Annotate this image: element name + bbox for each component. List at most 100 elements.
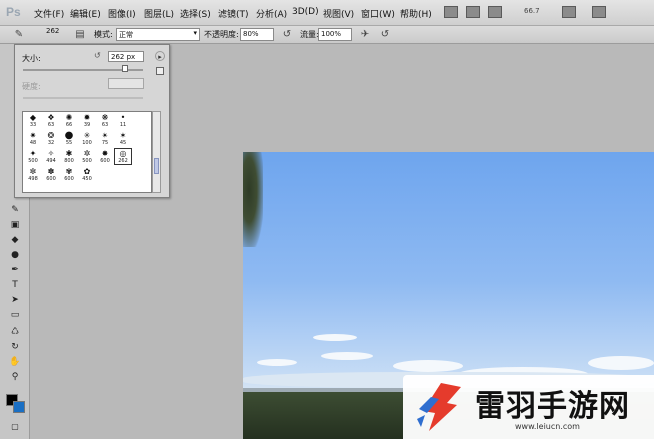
- screen-mode-icon[interactable]: [592, 6, 606, 18]
- mode-select[interactable]: 正常 ▾: [116, 28, 200, 41]
- brush-preset[interactable]: ✶ 45: [115, 131, 131, 147]
- brush-preset[interactable]: ✷ 48: [25, 131, 41, 147]
- brush-preset[interactable]: ✱ 800: [61, 149, 77, 165]
- watermark-title: 雷羽手游网: [475, 389, 630, 424]
- brush-panel-toggle-icon[interactable]: ▤: [73, 28, 87, 42]
- bridge-icon[interactable]: [444, 6, 458, 18]
- brush-size-label: 66: [65, 122, 73, 128]
- brush-preset[interactable]: ❖ 63: [43, 113, 59, 129]
- menu-bar: Ps 文件(F) 编辑(E) 图像(I) 图层(L) 选择(S) 滤镜(T) 分…: [0, 0, 654, 26]
- airbrush-icon[interactable]: ✈: [358, 28, 372, 42]
- brush-preset[interactable]: ✿ 450: [79, 167, 95, 183]
- brush-tip-icon: ●: [64, 130, 74, 141]
- pressure-size-icon[interactable]: ↺: [378, 28, 392, 42]
- menu-help[interactable]: 帮助(H): [400, 7, 432, 20]
- brush-preset[interactable]: ✲ 500: [79, 149, 95, 165]
- flow-field[interactable]: 100%: [318, 28, 352, 41]
- menu-filter[interactable]: 滤镜(T): [218, 7, 249, 20]
- brush-tip-icon: ✶: [119, 131, 127, 140]
- brush-tip-icon: ❖: [47, 113, 55, 122]
- arrange-documents-icon[interactable]: [562, 6, 576, 18]
- zoom-level[interactable]: 66.7: [524, 7, 540, 15]
- brush-tool-icon[interactable]: ✎: [12, 28, 26, 42]
- brush-preset[interactable]: ✦ 500: [25, 149, 41, 165]
- brush-preset[interactable]: ✳ 100: [79, 131, 95, 147]
- shape-tool-icon[interactable]: ▭: [8, 309, 22, 322]
- brush-preset-picker: 大小: ↺ 262 px ▸ 硬度: ◆ 33 ❖ 63 ✺ 66 ✹ 39 ❋ 63 • 11 ✷ 48…: [14, 44, 170, 198]
- minibridge-icon[interactable]: [466, 6, 480, 18]
- brush-tool-icon[interactable]: ✎: [8, 204, 22, 217]
- brush-size-label: 262: [118, 158, 128, 164]
- pressure-opacity-icon[interactable]: ↺: [280, 28, 294, 42]
- brush-size-label: 39: [83, 122, 91, 128]
- 3d-orbit-tool-icon[interactable]: ↻: [8, 341, 22, 354]
- new-preset-icon[interactable]: [156, 67, 164, 75]
- menu-analysis[interactable]: 分析(A): [256, 7, 287, 20]
- brush-tip-icon: ✷: [29, 131, 37, 140]
- brush-preset[interactable]: ✹ 39: [79, 113, 95, 129]
- brush-size-label: 600: [64, 176, 74, 182]
- view-extras-icon[interactable]: [488, 6, 502, 18]
- background-color-swatch[interactable]: [13, 401, 25, 413]
- menu-edit[interactable]: 编辑(E): [70, 7, 101, 20]
- quick-mask-icon[interactable]: ▢: [8, 420, 22, 433]
- brush-preset[interactable]: ◆ 33: [25, 113, 41, 129]
- panel-menu-icon[interactable]: ▸: [155, 51, 165, 61]
- menu-image[interactable]: 图像(I): [108, 7, 136, 20]
- brush-preset[interactable]: ❂ 32: [43, 131, 59, 147]
- dodge-tool-icon[interactable]: ●: [8, 249, 22, 262]
- size-slider-thumb[interactable]: [122, 65, 128, 72]
- brush-size-label: 48: [29, 140, 37, 146]
- brush-size-label: 500: [28, 158, 38, 164]
- brush-preset[interactable]: ❋ 63: [97, 113, 113, 129]
- eraser-tool-icon[interactable]: ▣: [8, 219, 22, 232]
- brush-grid-scrollbar[interactable]: [152, 111, 161, 193]
- brush-preset[interactable]: ✸ 600: [97, 149, 113, 165]
- brush-tip-icon: ✴: [101, 131, 109, 140]
- menu-layer[interactable]: 图层(L): [144, 7, 174, 20]
- brush-preset[interactable]: ✾ 600: [61, 167, 77, 183]
- menu-view[interactable]: 视图(V): [323, 7, 354, 20]
- size-label: 大小:: [22, 54, 41, 63]
- brush-preset[interactable]: ✺ 66: [61, 113, 77, 129]
- brush-size-label: 33: [29, 122, 37, 128]
- brush-preset[interactable]: ✧ 494: [43, 149, 59, 165]
- opacity-value: 80%: [243, 30, 259, 38]
- brush-tip-icon: ✸: [101, 149, 109, 158]
- brush-grid: ◆ 33 ❖ 63 ✺ 66 ✹ 39 ❋ 63 • 11 ✷ 48 ❂ 32 ● 55 ✳ 100 ✴ 75 ✶ 45 ✦ 50…: [22, 111, 152, 193]
- chevron-down-icon: ▾: [193, 29, 197, 37]
- brush-preset[interactable]: ◎ 262: [114, 148, 132, 165]
- scrollbar-thumb[interactable]: [154, 158, 159, 174]
- brush-tip-icon: ❋: [101, 113, 109, 122]
- brush-size-label: 600: [46, 176, 56, 182]
- brush-tip-icon: ✦: [29, 149, 37, 158]
- brush-size-label: 75: [101, 140, 109, 146]
- menu-window[interactable]: 窗口(W): [361, 7, 395, 20]
- brush-tip-icon: ✿: [83, 167, 91, 176]
- brush-size-label: 450: [82, 176, 92, 182]
- pen-tool-icon[interactable]: ✒: [8, 264, 22, 277]
- type-tool-icon[interactable]: T: [8, 279, 22, 292]
- brush-size-preview[interactable]: 262: [46, 27, 59, 35]
- brush-preset[interactable]: ✴ 75: [97, 131, 113, 147]
- menu-file[interactable]: 文件(F): [34, 7, 64, 20]
- menu-select[interactable]: 选择(S): [180, 7, 211, 20]
- brush-preset[interactable]: • 11: [115, 113, 131, 129]
- blur-tool-icon[interactable]: ◆: [8, 234, 22, 247]
- size-field[interactable]: 262 px: [108, 51, 144, 62]
- cloud: [321, 352, 373, 360]
- hardness-slider[interactable]: [23, 97, 143, 99]
- menu-3d[interactable]: 3D(D): [292, 7, 319, 17]
- zoom-tool-icon[interactable]: ⚲: [8, 371, 22, 384]
- brush-preset[interactable]: ✽ 600: [43, 167, 59, 183]
- hardness-field[interactable]: [108, 78, 144, 89]
- brush-preset[interactable]: ● 55: [61, 130, 77, 147]
- 3d-rotate-tool-icon[interactable]: ♺: [8, 326, 22, 339]
- path-select-tool-icon[interactable]: ➤: [8, 294, 22, 307]
- brush-preset[interactable]: ✼ 498: [25, 167, 41, 183]
- brush-size-label: 600: [100, 158, 110, 164]
- options-bar: ✎ 262 ▤ 模式: 正常 ▾ 不透明度: 80% ↺ 流量: 100% ✈ …: [0, 26, 654, 44]
- opacity-field[interactable]: 80%: [240, 28, 274, 41]
- reset-size-icon[interactable]: ↺: [94, 51, 101, 60]
- hand-tool-icon[interactable]: ✋: [8, 356, 22, 369]
